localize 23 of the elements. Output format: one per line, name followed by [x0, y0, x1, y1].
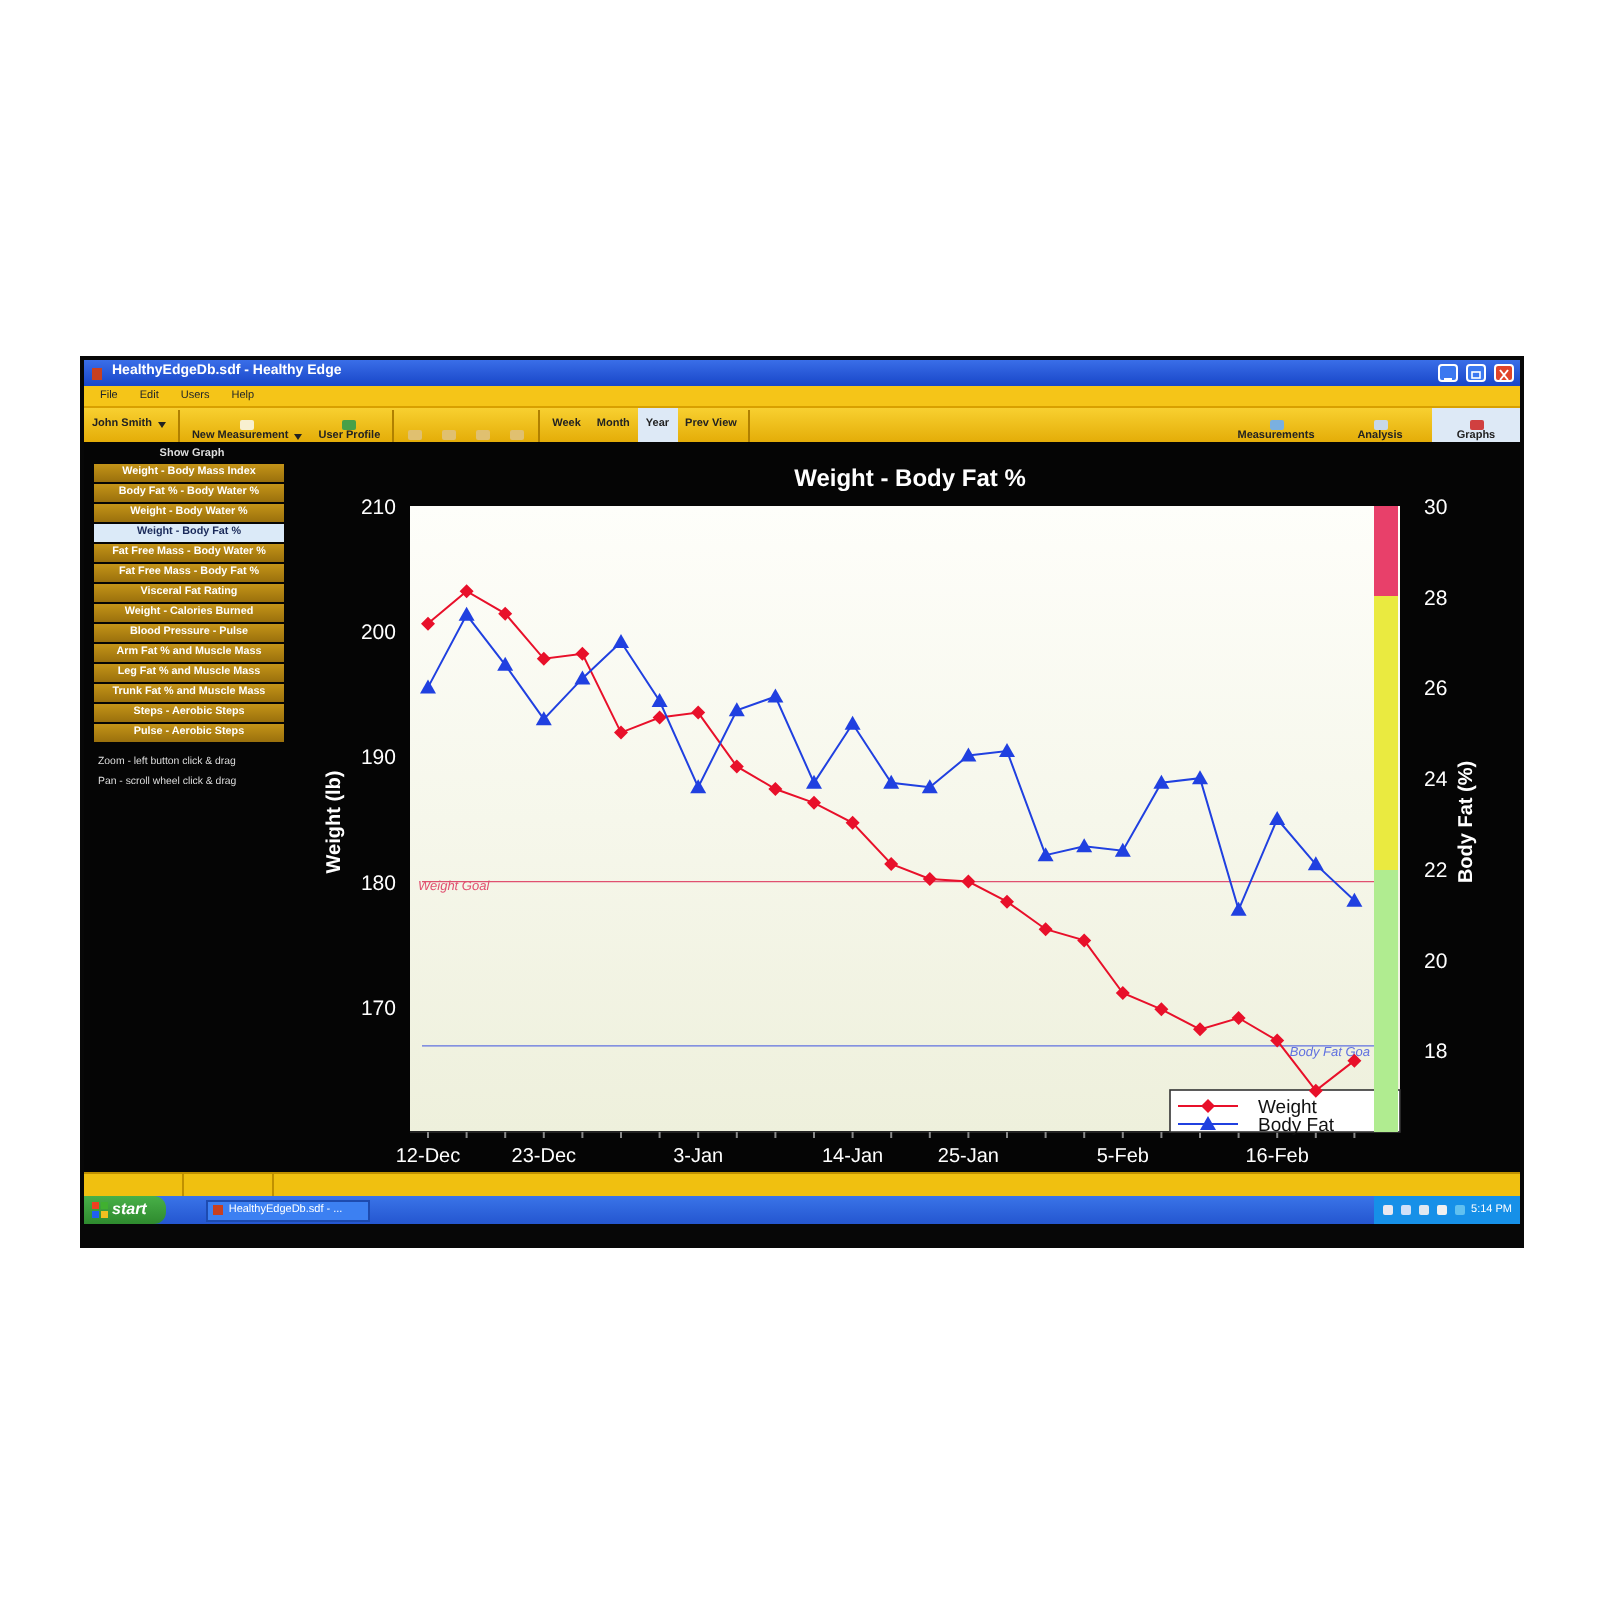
chart-title: Weight - Body Fat % [794, 464, 1026, 492]
y-tick-label: 170 [360, 996, 396, 1021]
y-tick-label: 30 [1424, 496, 1448, 520]
y-tick-label: 24 [1424, 768, 1448, 793]
y-tick-label: 190 [360, 746, 396, 771]
y-axis-title: Weight (lb) [324, 770, 346, 874]
y-tick-label: 26 [1424, 677, 1448, 702]
y-axis-title: Body Fat (%) [1456, 760, 1478, 884]
x-tick-label: 16-Feb [1245, 1146, 1309, 1168]
y-tick-label: 28 [1424, 586, 1448, 611]
x-tick-label: 3-Jan [673, 1146, 724, 1168]
y-tick-label: 20 [1424, 949, 1448, 974]
x-tick-label: 5-Feb [1096, 1146, 1149, 1168]
x-tick-label: 23-Dec [511, 1146, 577, 1168]
x-tick-label: 25-Jan [937, 1146, 999, 1168]
y-tick-label: 200 [360, 621, 396, 646]
y-tick-label: 210 [360, 496, 396, 520]
x-tick-label: 14-Jan [822, 1146, 884, 1168]
y-tick-label: 22 [1424, 858, 1448, 883]
x-tick-label: 12-Dec [395, 1146, 461, 1168]
y-tick-label: 180 [360, 871, 396, 896]
legend-label: Weight [1258, 1097, 1317, 1119]
y-tick-label: 18 [1424, 1040, 1448, 1065]
